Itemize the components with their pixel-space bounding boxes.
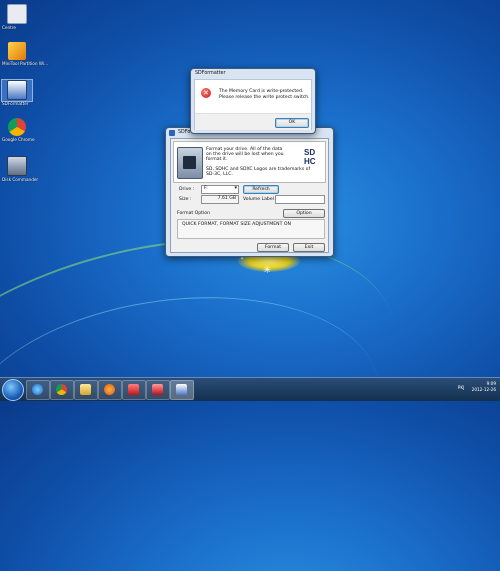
exit-button[interactable]: Exit <box>293 243 325 252</box>
error-dialog-titlebar[interactable]: SDFormatter <box>191 69 315 79</box>
taskbar-explorer-button[interactable] <box>74 380 98 400</box>
desktop-icon-minitool[interactable]: MiniTool Partition Wi... <box>2 42 48 66</box>
drive-label: Drive : <box>179 187 195 192</box>
taskbar: PKJ 9:09 2012-12-26 <box>0 377 500 401</box>
format-option-box: QUICK FORMAT, FORMAT SIZE ADJUSTMENT ON <box>177 219 325 239</box>
size-value: 7.61 GB <box>217 196 236 201</box>
size-label: Size : <box>179 197 192 202</box>
desktop-icon-centre[interactable]: Centre <box>2 4 32 30</box>
drive-value: F: <box>204 186 208 191</box>
sdformatter-icon <box>7 80 27 100</box>
error-message-line2: Please release the write protect switch. <box>219 95 310 100</box>
sdhc-logo: SD HC <box>304 148 316 166</box>
error-dialog[interactable]: SDFormatter ✕ The Memory Card is write-p… <box>190 68 316 134</box>
info-text-line3: format it. <box>206 157 228 162</box>
language-indicator[interactable]: PKJ <box>458 381 465 395</box>
drive-select[interactable]: F: ▾ <box>201 185 239 194</box>
sdformatter-icon <box>176 384 187 395</box>
dialog-button-bar: OK <box>195 113 311 130</box>
app-icon <box>152 384 163 395</box>
volume-label-input[interactable] <box>275 195 325 204</box>
trademark-text-line2: SD-3C, LLC. <box>206 172 233 177</box>
info-panel: Format your drive. All of the data on th… <box>173 141 326 183</box>
desktop-icon-disk-commander[interactable]: Disk Commander <box>2 156 38 182</box>
window-title: SDFo <box>178 130 191 135</box>
taskbar-app-button-1[interactable] <box>122 380 146 400</box>
volume-label: Volume Label : <box>243 197 277 202</box>
format-option-text: QUICK FORMAT, FORMAT SIZE ADJUSTMENT ON <box>182 222 291 227</box>
sparkle-icon: ✳ <box>263 265 272 276</box>
dialog-title: SDFormatter <box>195 71 226 76</box>
system-tray[interactable]: PKJ 9:09 2012-12-26 <box>458 381 496 395</box>
ok-button[interactable]: OK <box>275 118 309 128</box>
sdformatter-window[interactable]: SDFo Format your drive. All of the data … <box>165 127 334 257</box>
chevron-down-icon: ▾ <box>234 185 237 191</box>
taskbar-chrome-button[interactable] <box>50 380 74 400</box>
sdformatter-client: Format your drive. All of the data on th… <box>170 138 329 253</box>
taskbar-app-button-2[interactable] <box>146 380 170 400</box>
app-icon <box>128 384 139 395</box>
option-button[interactable]: Option <box>283 209 325 218</box>
media-player-icon <box>104 384 115 395</box>
desktop-icon-chrome[interactable]: Google Chrome <box>2 118 35 142</box>
start-button[interactable] <box>2 379 24 401</box>
format-option-label: Format Option <box>177 211 210 216</box>
taskbar-ie-button[interactable] <box>26 380 50 400</box>
format-button[interactable]: Format <box>257 243 289 252</box>
taskbar-sdformatter-button[interactable] <box>170 380 194 400</box>
folder-icon <box>80 384 91 395</box>
app-icon <box>169 130 175 136</box>
desktop-icon-sdformatter[interactable]: SDFormatter <box>1 79 33 106</box>
partition-wizard-icon <box>8 42 26 60</box>
refresh-button[interactable]: Refresh <box>243 185 279 194</box>
chrome-icon <box>8 118 26 136</box>
taskbar-media-button[interactable] <box>98 380 122 400</box>
document-icon <box>7 4 27 24</box>
size-field: 7.61 GB <box>201 195 239 204</box>
clock-date: 2012-12-26 <box>471 387 496 392</box>
error-icon: ✕ <box>201 88 211 98</box>
floppy-disk-icon <box>7 156 27 176</box>
clock[interactable]: 9:09 2012-12-26 <box>472 381 496 393</box>
chrome-icon <box>56 384 67 395</box>
ie-icon <box>32 384 43 395</box>
sd-card-icon <box>177 147 203 179</box>
error-dialog-client: ✕ The Memory Card is write-protected. Pl… <box>194 79 312 130</box>
error-message-line1: The Memory Card is write-protected. <box>219 89 304 94</box>
